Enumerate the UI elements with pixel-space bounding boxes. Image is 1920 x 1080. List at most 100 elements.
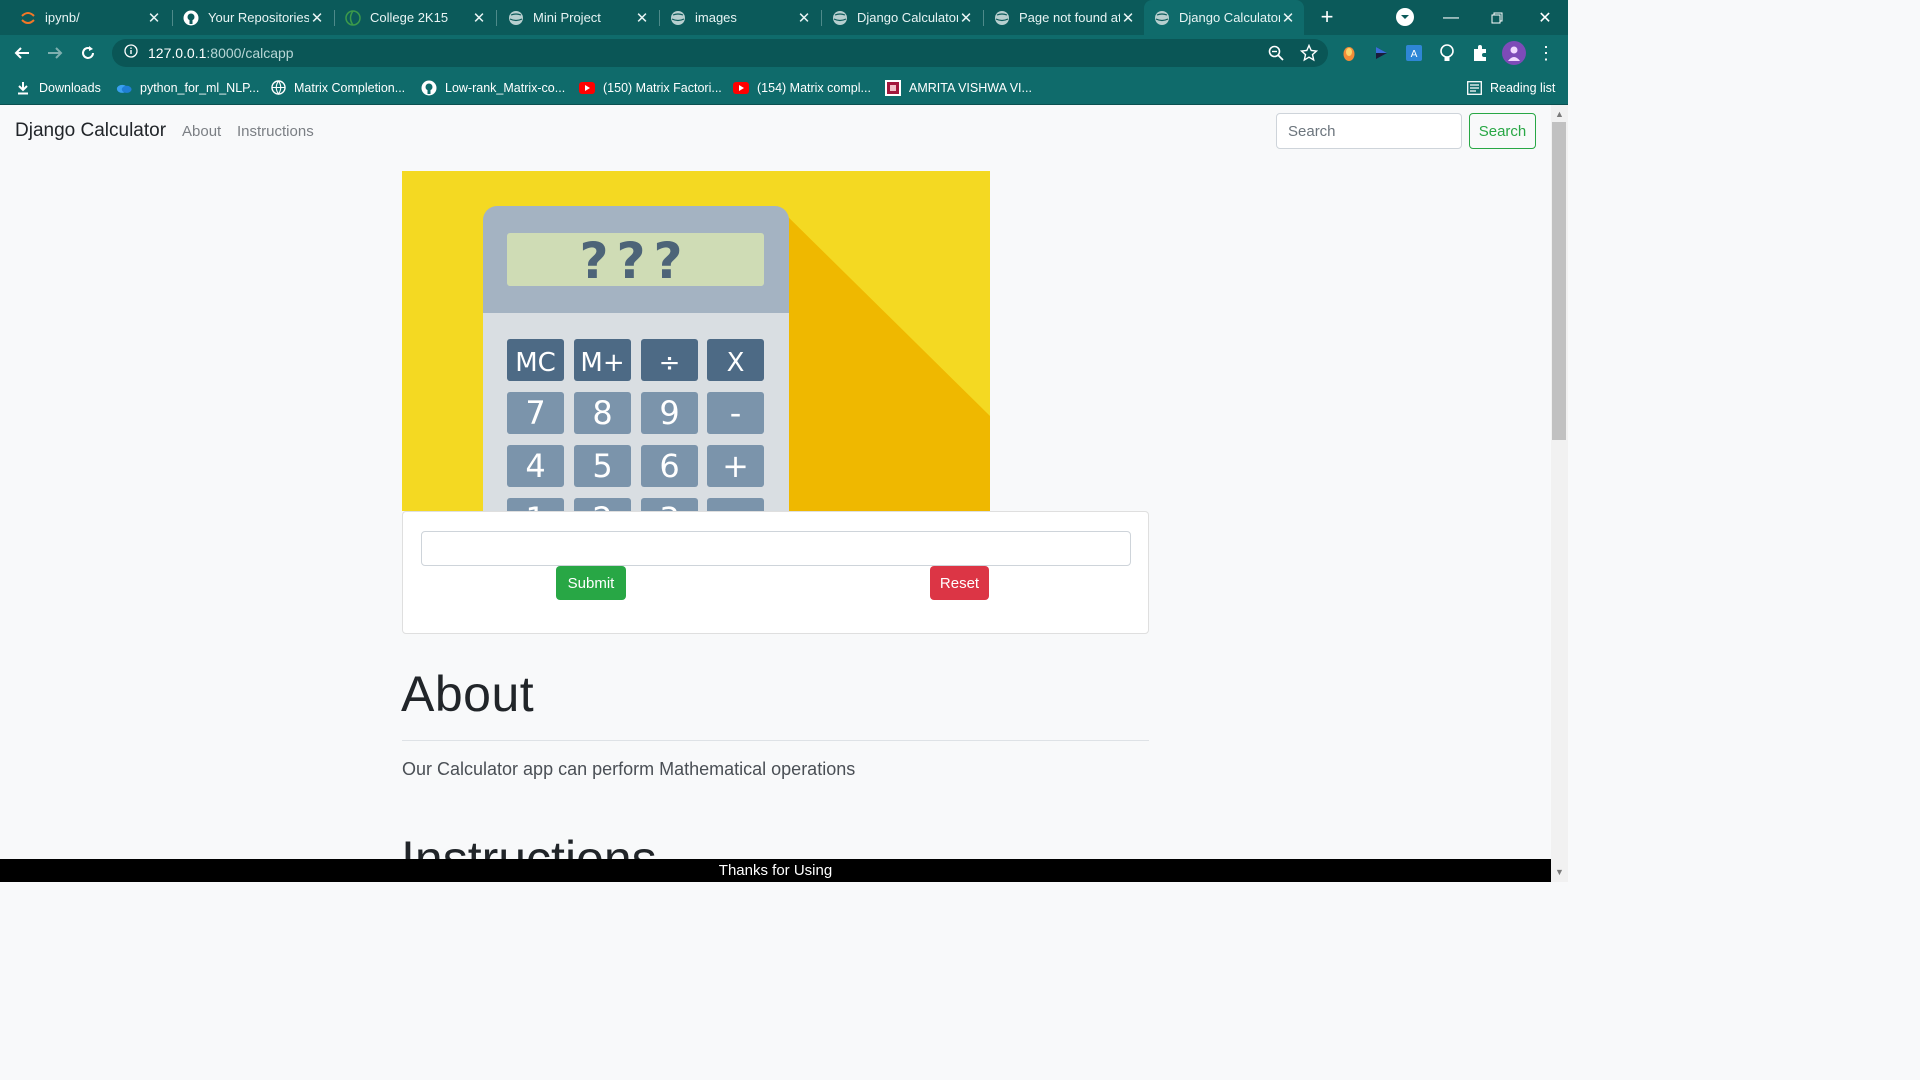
tab-title: College 2K15 xyxy=(370,10,449,25)
close-window-icon[interactable]: ✕ xyxy=(1522,0,1568,35)
bookmark-youtube-154[interactable]: (154) Matrix compl... xyxy=(733,71,871,104)
footer: Thanks for Using xyxy=(0,859,1551,882)
bookmark-amrita[interactable]: AMRITA VISHWA VI... xyxy=(885,71,1032,104)
bookmark-matrix-completion[interactable]: Matrix Completion... xyxy=(270,71,405,104)
extension-play-icon[interactable] xyxy=(1371,43,1391,63)
close-tab-icon[interactable]: ✕ xyxy=(146,9,162,27)
calculator-key-label: 3 xyxy=(659,500,679,511)
extension-orange-icon[interactable] xyxy=(1339,43,1359,63)
calculator-key-label: 2 xyxy=(592,500,612,511)
tab-title: Django Calculator xyxy=(857,10,958,25)
browser-tab-5[interactable]: images ✕ xyxy=(660,0,820,35)
nav-link-about[interactable]: About xyxy=(182,123,221,140)
reading-list-icon xyxy=(1466,80,1482,96)
calculator-illustration: ??? MC M+ ÷ X 7 8 9 - 4 5 6 +1 2 3 = xyxy=(402,171,990,511)
reading-list-label: Reading list xyxy=(1490,80,1556,95)
close-tab-icon[interactable]: ✕ xyxy=(471,9,487,27)
youtube-icon xyxy=(733,80,749,96)
expression-input[interactable] xyxy=(421,531,1131,566)
browser-tab-2[interactable]: Your Repositories ✕ xyxy=(173,0,333,35)
bookmark-label: AMRITA VISHWA VI... xyxy=(909,80,1032,95)
bookmark-youtube-150[interactable]: (150) Matrix Factori... xyxy=(579,71,722,104)
calculator-key-label: 9 xyxy=(659,394,679,432)
amrita-icon xyxy=(885,79,901,96)
globe-icon xyxy=(832,10,848,26)
tab-title: Django Calculator xyxy=(1179,10,1280,25)
calculator-key-label: 4 xyxy=(525,447,545,485)
calculator-key-label: = xyxy=(722,500,749,511)
reading-list-button[interactable]: Reading list xyxy=(1466,71,1555,104)
bookmark-label: (150) Matrix Factori... xyxy=(603,80,722,95)
search-button[interactable]: Search xyxy=(1469,113,1536,149)
bookmark-star-icon[interactable] xyxy=(1299,43,1319,67)
extensions-puzzle-icon[interactable] xyxy=(1470,43,1490,63)
github-icon xyxy=(183,10,199,26)
calculator-display-text: ??? xyxy=(579,232,690,290)
calculator-form-card: Submit Reset xyxy=(402,511,1149,634)
site-info-icon[interactable] xyxy=(124,43,138,63)
calculator-key-label: ÷ xyxy=(659,348,681,378)
address-bar[interactable]: 127.0.0.1:8000/calcapp xyxy=(112,39,1328,67)
extension-translate-icon[interactable]: A xyxy=(1404,43,1424,63)
extension-bulb-icon[interactable] xyxy=(1437,43,1457,63)
bookmark-low-rank[interactable]: Low-rank_Matrix-co... xyxy=(421,71,565,104)
site-navbar: Django Calculator About Instructions Sea… xyxy=(0,105,1551,160)
bookmark-downloads[interactable]: Downloads xyxy=(15,71,101,104)
zoom-icon[interactable] xyxy=(1268,45,1284,66)
forward-icon[interactable] xyxy=(43,41,67,65)
minimize-icon[interactable]: — xyxy=(1428,0,1474,35)
calculator-key-label: 5 xyxy=(592,447,612,485)
browser-tab-7[interactable]: Page not found at ✕ xyxy=(984,0,1144,35)
calculator-key-label: 8 xyxy=(592,394,612,432)
url-host: 127.0.0.1 xyxy=(148,45,207,61)
browser-tab-3[interactable]: College 2K15 ✕ xyxy=(335,0,495,35)
close-tab-icon[interactable]: ✕ xyxy=(958,9,974,27)
bookmarks-bar: Downloads python_for_ml_NLP... Matrix Co… xyxy=(0,71,1568,105)
scrollbar-thumb[interactable] xyxy=(1552,122,1566,440)
search-input[interactable] xyxy=(1276,113,1462,149)
reload-icon[interactable] xyxy=(76,41,100,65)
close-tab-icon[interactable]: ✕ xyxy=(1280,9,1296,27)
tab-title: ipynb/ xyxy=(45,10,80,25)
bookmark-label: Downloads xyxy=(39,80,101,95)
restore-icon[interactable] xyxy=(1474,0,1520,35)
tab-search-icon[interactable] xyxy=(1396,8,1414,26)
about-heading: About xyxy=(401,666,535,722)
footer-text: Thanks for Using xyxy=(718,862,833,879)
bookmark-label: (154) Matrix compl... xyxy=(757,80,871,95)
browser-tab-strip: ipynb/ ✕ Your Repositories ✕ College 2K1… xyxy=(0,0,1568,35)
browser-tab-4[interactable]: Mini Project ✕ xyxy=(498,0,658,35)
svg-text:A: A xyxy=(1411,49,1418,60)
reset-button[interactable]: Reset xyxy=(930,566,989,600)
calculator-key-label: + xyxy=(722,447,749,485)
browser-tab-1[interactable]: ipynb/ ✕ xyxy=(10,0,170,35)
scroll-down-icon[interactable]: ▼ xyxy=(1551,864,1568,880)
tab-title: Your Repositories xyxy=(208,10,309,25)
download-icon xyxy=(15,80,31,96)
browser-tab-active[interactable]: Django Calculator ✕ xyxy=(1144,0,1304,35)
about-divider xyxy=(402,740,1149,741)
close-tab-icon[interactable]: ✕ xyxy=(634,9,650,27)
scroll-up-icon[interactable]: ▲ xyxy=(1551,106,1568,122)
navbar-brand[interactable]: Django Calculator xyxy=(15,120,166,142)
browser-menu-icon[interactable]: ⋮ xyxy=(1536,43,1556,63)
new-tab-icon[interactable]: + xyxy=(1314,4,1340,30)
bookmark-python-for-ml[interactable]: python_for_ml_NLP... xyxy=(116,71,259,104)
calculator-key-label: M+ xyxy=(580,348,624,378)
calculator-key-label: 6 xyxy=(659,447,679,485)
globe-icon xyxy=(670,10,686,26)
url-path: :8000/calcapp xyxy=(206,45,294,61)
browser-tab-6[interactable]: Django Calculator ✕ xyxy=(822,0,982,35)
submit-button[interactable]: Submit xyxy=(556,566,626,600)
globe-icon xyxy=(508,10,524,26)
calculator-key-label: MC xyxy=(515,348,556,378)
calculator-key-label: 1 xyxy=(525,500,545,511)
close-tab-icon[interactable]: ✕ xyxy=(796,9,812,27)
nav-link-instructions[interactable]: Instructions xyxy=(237,123,314,140)
profile-avatar[interactable] xyxy=(1502,41,1526,65)
jupyter-icon xyxy=(20,10,36,26)
close-tab-icon[interactable]: ✕ xyxy=(1120,9,1136,27)
back-icon[interactable] xyxy=(10,41,34,65)
close-tab-icon[interactable]: ✕ xyxy=(309,9,325,27)
globe-icon xyxy=(994,10,1010,26)
